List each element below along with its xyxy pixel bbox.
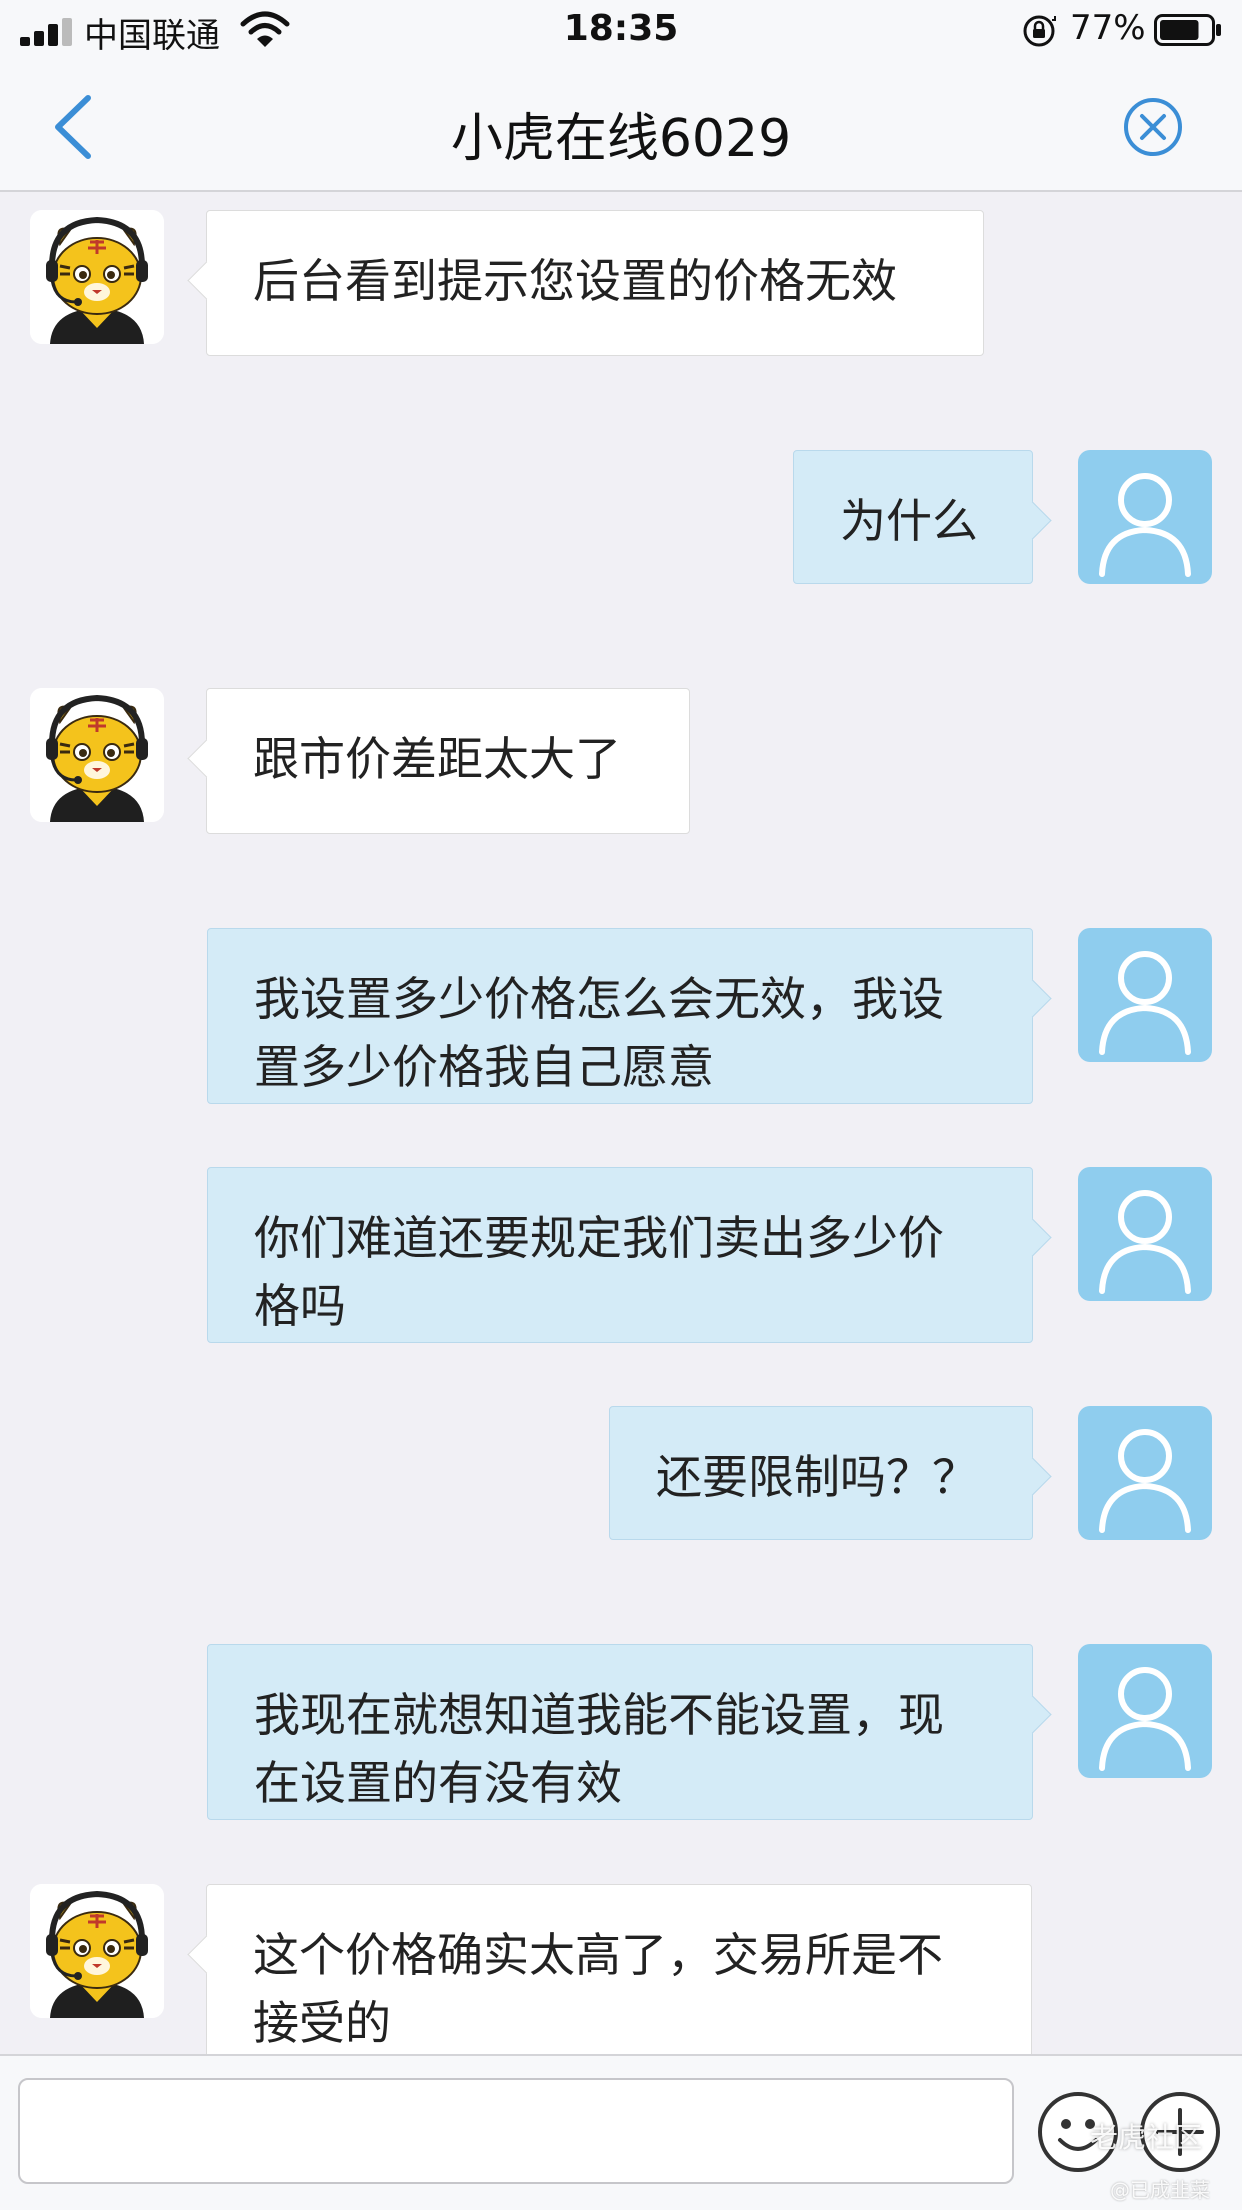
message-bubble: 你们难道还要规定我们卖出多少价格吗 [207, 1167, 1033, 1343]
message-bubble: 我现在就想知道我能不能设置，现在设置的有没有效 [207, 1644, 1033, 1820]
user-avatar-icon [1078, 450, 1212, 584]
user-avatar-icon [1078, 928, 1212, 1062]
message-input[interactable] [18, 2078, 1014, 2184]
message-bubble: 为什么 [793, 450, 1033, 584]
battery-icon [1154, 14, 1221, 46]
tiger-avatar-icon [30, 210, 164, 344]
agent-avatar [30, 1884, 164, 2018]
tiger-avatar-icon [30, 1884, 164, 2018]
watermark-handle: @已成韭菜 [1110, 2178, 1210, 2202]
close-circle-icon[interactable] [1122, 96, 1184, 158]
watermark-brand: 老虎社区 [1090, 2121, 1203, 2154]
orientation-lock-icon [1023, 15, 1056, 47]
battery-percent: 77% [1070, 8, 1146, 48]
agent-avatar [30, 210, 164, 344]
status-bar: 中国联通 18:35 77% [0, 0, 1242, 62]
message-bubble: 后台看到提示您设置的价格无效 [206, 210, 984, 356]
user-avatar [1078, 928, 1212, 1062]
message-bubble: 这个价格确实太高了，交易所是不接受的 [206, 1884, 1032, 2054]
message-bubble: 还要限制吗？？ [609, 1406, 1033, 1540]
nav-bar: 小虎在线6029 [0, 62, 1242, 192]
user-avatar [1078, 1406, 1212, 1540]
message-bubble: 我设置多少价格怎么会无效，我设置多少价格我自己愿意 [207, 928, 1033, 1104]
user-avatar-icon [1078, 1406, 1212, 1540]
user-avatar-icon [1078, 1644, 1212, 1778]
tiger-avatar-icon [30, 688, 164, 822]
user-avatar [1078, 1644, 1212, 1778]
page-title: 小虎在线6029 [450, 109, 792, 169]
user-avatar [1078, 1167, 1212, 1301]
user-avatar-icon [1078, 1167, 1212, 1301]
input-bar: 老虎社区 @已成韭菜 [0, 2054, 1242, 2210]
agent-avatar [30, 688, 164, 822]
chat-area[interactable]: 后台看到提示您设置的价格无效 为什么 跟市价差距太大了 我设置多少价格怎么会无效… [0, 192, 1242, 2054]
user-avatar [1078, 450, 1212, 584]
message-bubble: 跟市价差距太大了 [206, 688, 690, 834]
